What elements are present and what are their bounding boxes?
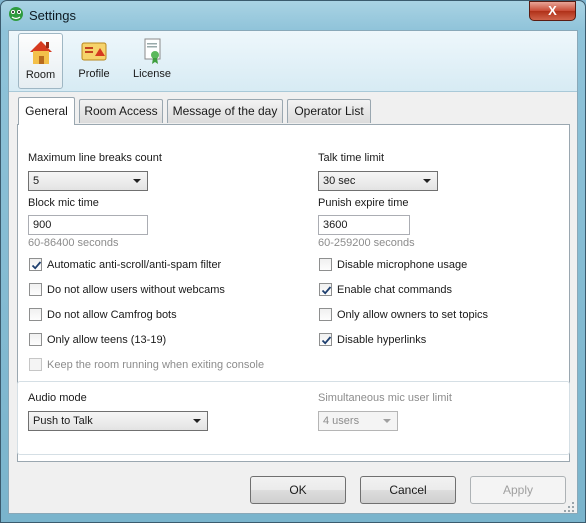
max-line-breaks-value: 5: [33, 175, 40, 187]
owners-set-topics-checkbox[interactable]: [319, 308, 332, 321]
chat-commands-label[interactable]: Enable chat commands: [337, 284, 452, 296]
tab-general[interactable]: General: [18, 97, 75, 125]
audio-mode-select[interactable]: Push to Talk: [28, 411, 208, 431]
disable-microphone-label[interactable]: Disable microphone usage: [337, 259, 467, 271]
tab-operator-list[interactable]: Operator List: [287, 99, 371, 123]
talk-time-limit-label: Talk time limit: [318, 152, 385, 164]
toolbar-profile-button[interactable]: Profile: [74, 33, 114, 89]
close-button[interactable]: X: [529, 1, 576, 21]
camfrog-app-icon: [9, 7, 23, 21]
apply-button: Apply: [470, 476, 566, 504]
mic-user-limit-select: 4 users: [318, 411, 398, 431]
keep-running-label: Keep the room running when exiting conso…: [47, 359, 265, 371]
toolbar-license-label: License: [133, 68, 171, 80]
toolbar-room-button[interactable]: Room: [18, 33, 63, 89]
license-certificate-icon: [144, 38, 161, 64]
profile-card-icon: [81, 42, 107, 61]
chevron-down-icon: [133, 179, 141, 183]
toolbar-license-button[interactable]: License: [128, 33, 176, 89]
punish-expire-time-input[interactable]: 3600: [318, 215, 410, 235]
mic-user-limit-value: 4 users: [323, 415, 360, 427]
block-mic-time-hint: 60-86400 seconds: [28, 237, 119, 249]
max-line-breaks-select[interactable]: 5: [28, 171, 148, 191]
chevron-down-icon: [383, 419, 391, 423]
house-icon: [29, 41, 52, 64]
cancel-button[interactable]: Cancel: [360, 476, 456, 504]
window-title: Settings: [29, 8, 76, 23]
tab-room-access[interactable]: Room Access: [79, 99, 163, 123]
toolbar-room-label: Room: [25, 69, 56, 81]
disable-microphone-checkbox[interactable]: [319, 258, 332, 271]
ok-button[interactable]: OK: [250, 476, 346, 504]
audio-mode-label: Audio mode: [28, 392, 87, 404]
audio-mode-value: Push to Talk: [33, 415, 93, 427]
keep-running-checkbox: [29, 358, 42, 371]
mic-user-limit-label: Simultaneous mic user limit: [318, 392, 452, 404]
close-icon: X: [548, 3, 557, 18]
tab-message-of-the-day[interactable]: Message of the day: [167, 99, 283, 123]
teens-only-label[interactable]: Only allow teens (13-19): [47, 334, 166, 346]
resize-grip-icon[interactable]: [562, 500, 576, 514]
chevron-down-icon: [193, 419, 201, 423]
punish-expire-time-hint: 60-259200 seconds: [318, 237, 415, 249]
max-line-breaks-label: Maximum line breaks count: [28, 152, 162, 164]
no-bots-checkbox[interactable]: [29, 308, 42, 321]
checkmark-icon: [31, 261, 42, 270]
teens-only-checkbox[interactable]: [29, 333, 42, 346]
chevron-down-icon: [423, 179, 431, 183]
anti-spam-label[interactable]: Automatic anti-scroll/anti-spam filter: [47, 259, 221, 271]
chat-commands-checkbox[interactable]: [319, 283, 332, 296]
anti-spam-checkbox[interactable]: [29, 258, 42, 271]
checkmark-icon: [321, 336, 332, 345]
checkmark-icon: [321, 286, 332, 295]
disable-hyperlinks-label[interactable]: Disable hyperlinks: [337, 334, 426, 346]
talk-time-limit-value: 30 sec: [323, 175, 356, 187]
owners-set-topics-label[interactable]: Only allow owners to set topics: [337, 309, 488, 321]
toolbar-profile-label: Profile: [78, 68, 110, 80]
disable-hyperlinks-checkbox[interactable]: [319, 333, 332, 346]
no-webcam-users-label[interactable]: Do not allow users without webcams: [47, 284, 225, 296]
no-bots-label[interactable]: Do not allow Camfrog bots: [47, 309, 177, 321]
block-mic-time-label: Block mic time: [28, 197, 99, 209]
block-mic-time-input[interactable]: 900: [28, 215, 148, 235]
talk-time-limit-select[interactable]: 30 sec: [318, 171, 438, 191]
no-webcam-users-checkbox[interactable]: [29, 283, 42, 296]
punish-expire-time-label: Punish expire time: [318, 197, 409, 209]
